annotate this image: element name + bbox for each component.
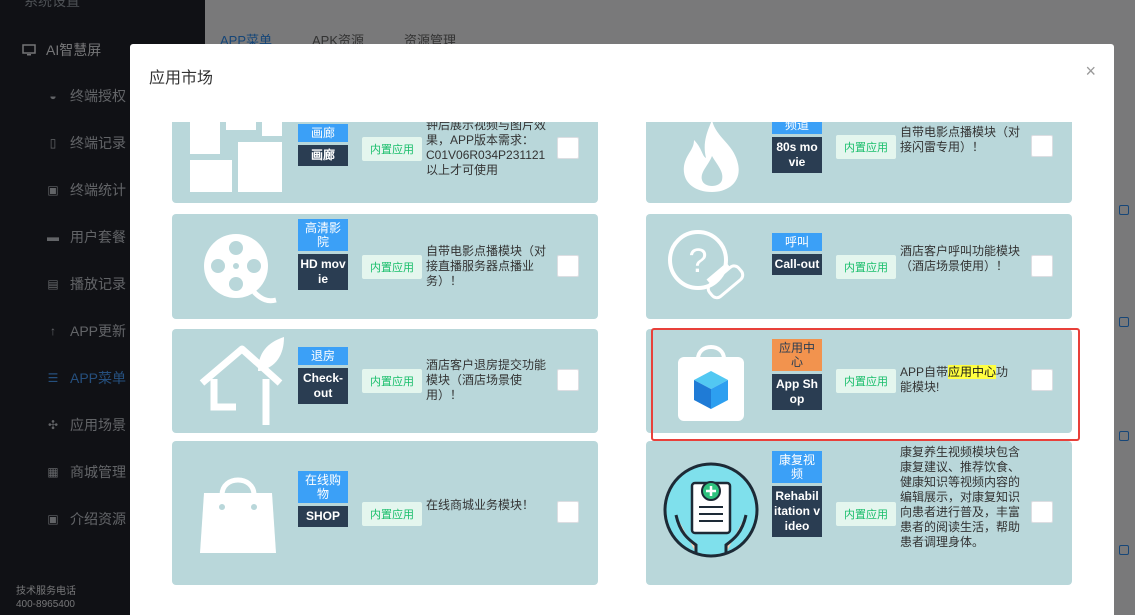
app-description: 钟后展示视频与图片效果，APP版本需求：C01V06R034P231121 以上… xyxy=(426,122,547,177)
modal-title: 应用市场 xyxy=(149,70,214,87)
shopping-bag-cube-icon xyxy=(678,345,744,421)
builtin-badge: 内置应用 xyxy=(836,502,896,526)
builtin-badge: 内置应用 xyxy=(362,255,422,279)
app-name-en: 画廊 xyxy=(298,145,348,166)
app-select-checkbox[interactable] xyxy=(1031,135,1053,157)
builtin-badge: 内置应用 xyxy=(836,255,896,279)
app-name-en: Rehabilitation video xyxy=(772,486,822,537)
shopping-bag-icon xyxy=(200,477,276,553)
app-name-en: Check-out xyxy=(298,368,348,404)
search-highlight: 应用中心 xyxy=(948,365,997,379)
app-card-call-out: ? 呼叫 Call-out 内置应用 酒店客户呼叫功能模块（酒店场景使用）！ xyxy=(646,214,1072,319)
app-name-en: Call-out xyxy=(772,254,822,275)
flame-icon xyxy=(683,122,739,192)
app-name-cn: 退房 xyxy=(298,347,348,365)
app-card-80s-movie: 频道 80s movie 内置应用 自带电影点播模块（对接闪雷专用）！ xyxy=(646,122,1072,203)
app-name-cn: 应用中心 xyxy=(772,339,822,371)
app-card-gallery: 画廊 画廊 内置应用 钟后展示视频与图片效果，APP版本需求：C01V06R03… xyxy=(172,122,598,203)
app-list[interactable]: 画廊 画廊 内置应用 钟后展示视频与图片效果，APP版本需求：C01V06R03… xyxy=(130,122,1114,615)
builtin-badge: 内置应用 xyxy=(362,502,422,526)
help-bell-icon: ? xyxy=(668,230,745,300)
app-select-checkbox[interactable] xyxy=(557,255,579,277)
app-name-cn: 高清影院 xyxy=(298,219,348,251)
app-card-shop: 在线购物 SHOP 内置应用 在线商城业务模块！ xyxy=(172,441,598,585)
app-card-check-out: 退房 Check-out 内置应用 酒店客户退房提交功能模块（酒店场景使用）！ xyxy=(172,329,598,433)
app-name-en: App Shop xyxy=(772,374,822,410)
app-select-checkbox[interactable] xyxy=(1031,369,1053,391)
film-reel-icon xyxy=(204,234,277,304)
app-card-hd-movie: 高清影院 HD movie 内置应用 自带电影点播模块（对接直播服务器点播业务）… xyxy=(172,214,598,319)
app-select-checkbox[interactable] xyxy=(1031,255,1053,277)
app-name-en: 80s movie xyxy=(772,137,822,173)
house-leaf-icon xyxy=(199,337,284,425)
builtin-badge: 内置应用 xyxy=(836,369,896,393)
app-description: 酒店客户呼叫功能模块（酒店场景使用）！ xyxy=(900,244,1021,273)
medical-report-icon xyxy=(663,462,759,558)
app-select-checkbox[interactable] xyxy=(557,137,579,159)
app-description: 自带电影点播模块（对接直播服务器点播业务）！ xyxy=(426,244,547,288)
app-card-app-shop: 应用中心 App Shop 内置应用 APP自带应用中心功能模块! xyxy=(646,329,1072,433)
app-name-cn: 在线购物 xyxy=(298,471,348,503)
app-name-cn: 康复视频 xyxy=(772,451,822,483)
gallery-icon xyxy=(190,122,282,192)
app-card-rehabilitation-video: 康复视频 Rehabilitation video 内置应用 康复养生视频模块包… xyxy=(646,441,1072,585)
app-description: 自带电影点播模块（对接闪雷专用）！ xyxy=(900,125,1021,154)
app-description: APP自带应用中心功能模块! xyxy=(900,365,1009,394)
app-name-cn: 频道 xyxy=(772,122,822,134)
app-name-en: SHOP xyxy=(298,506,348,527)
app-market-modal: 应用市场 × 画廊 画廊 内置应用 钟后展示视频与图片效果，APP版本需求：C0… xyxy=(130,44,1114,615)
app-description: 酒店客户退房提交功能模块（酒店场景使用）！ xyxy=(426,358,547,402)
close-icon[interactable]: × xyxy=(1085,62,1096,80)
app-name-en: HD movie xyxy=(298,254,348,290)
app-select-checkbox[interactable] xyxy=(557,501,579,523)
app-description: 康复养生视频模块包含康复建议、推荐饮食、健康知识等视频内容的编辑展示，对康复知识… xyxy=(900,445,1021,549)
builtin-badge: 内置应用 xyxy=(362,369,422,393)
svg-text:?: ? xyxy=(689,242,708,280)
builtin-badge: 内置应用 xyxy=(836,135,896,159)
app-name-cn: 呼叫 xyxy=(772,233,822,251)
app-description: 在线商城业务模块！ xyxy=(426,498,535,512)
builtin-badge: 内置应用 xyxy=(362,137,422,161)
app-select-checkbox[interactable] xyxy=(557,369,579,391)
app-select-checkbox[interactable] xyxy=(1031,501,1053,523)
app-name-cn: 画廊 xyxy=(298,124,348,142)
